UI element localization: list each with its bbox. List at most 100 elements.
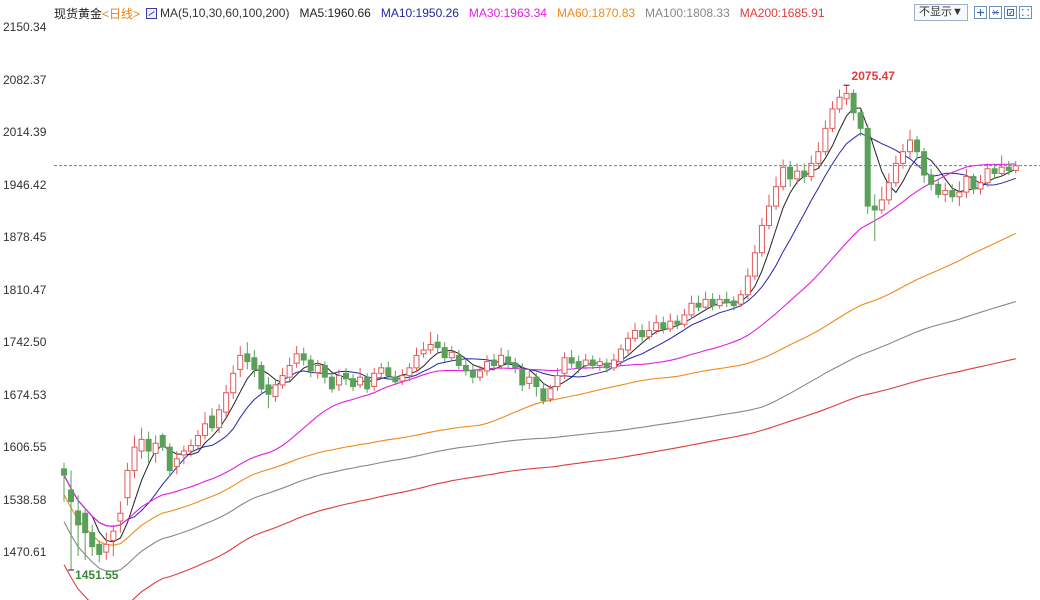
zoom-in-icon[interactable] (973, 6, 987, 19)
candle-body (279, 375, 286, 386)
y-tick-label: 1878.45 (3, 230, 47, 244)
candle-body (603, 362, 610, 369)
candle-body (427, 344, 434, 351)
candle-body (829, 108, 836, 129)
price-chart[interactable]: 2075.47 1451.55 (0, 0, 1040, 600)
candle-body (237, 354, 244, 370)
ma200-value: MA200:1685.91 (739, 6, 825, 20)
candle-body (1005, 166, 1012, 171)
candle-body (787, 166, 794, 180)
candle-body (371, 372, 378, 387)
candle-body (632, 330, 639, 339)
candle-body (836, 96, 843, 110)
zoom-out-icon[interactable] (988, 6, 1002, 19)
ma30-line (63, 163, 1016, 527)
candle-body (406, 367, 413, 377)
candle-body (448, 351, 455, 359)
candle-body (321, 365, 328, 378)
candle-body (695, 302, 702, 308)
candle-body (977, 182, 984, 190)
hide-indicator-button[interactable]: 不显示▼ (914, 4, 968, 21)
candle-body (216, 409, 223, 429)
candle-body (300, 353, 307, 361)
candle-body (455, 354, 462, 367)
candle-body (963, 176, 970, 193)
candle-body (138, 438, 145, 452)
candle-body (258, 365, 265, 390)
chart-controls: 不显示▼ (914, 4, 1032, 21)
candle-body (991, 168, 998, 174)
candle-body (956, 191, 963, 198)
candle-body (265, 384, 272, 395)
candle-body (413, 354, 420, 369)
candle-body (469, 370, 476, 378)
y-tick-label: 1810.47 (3, 282, 47, 297)
candle-body (899, 151, 906, 164)
ma100-line (63, 300, 1016, 573)
candle-body (801, 170, 808, 178)
candle-body (533, 376, 540, 387)
candle-body (223, 392, 230, 413)
candle-body (878, 199, 885, 211)
candle-body (343, 372, 349, 380)
candle-body (589, 359, 596, 367)
candle-body (145, 438, 152, 452)
y-tick-label: 1946.42 (3, 177, 47, 192)
candle-body (103, 543, 110, 553)
candle-body (617, 348, 624, 363)
candle-body (314, 365, 321, 374)
high-price-label: 2075.47 (852, 69, 896, 83)
candle-body (871, 205, 878, 211)
candle-body (230, 372, 237, 394)
candle-body (335, 375, 342, 386)
candle-body (681, 314, 688, 325)
settings-icon[interactable] (1003, 6, 1017, 19)
candle-body (885, 182, 892, 201)
candle-body (110, 530, 117, 541)
candle-body (667, 320, 674, 330)
candle-body (202, 423, 208, 436)
candle-body (89, 532, 96, 548)
chart-header: 现货黄金<日线> MA(5,10,30,60,100,200) MA5:1960… (0, 0, 1040, 26)
candle-body (582, 359, 589, 367)
candle-body (914, 139, 921, 153)
candle-body (610, 359, 617, 369)
candle-body (723, 298, 730, 304)
period-label[interactable]: <日线> (102, 7, 140, 21)
ma60-value: MA60:1870.83 (556, 6, 636, 20)
candle-body (512, 362, 519, 369)
instrument-title: 现货黄金<日线> (54, 6, 141, 21)
candle-body (131, 446, 138, 471)
candle-body (378, 367, 385, 374)
fullscreen-icon[interactable] (1018, 6, 1032, 19)
ma10-value: MA10:1950.26 (380, 6, 459, 20)
candle-body (561, 357, 568, 374)
candle-body (674, 320, 681, 325)
candle-body (998, 166, 1005, 174)
candle-body (907, 139, 913, 153)
candle-body (815, 151, 822, 164)
candle-body (716, 298, 723, 307)
candle-body (935, 183, 942, 195)
candle-body (209, 415, 216, 429)
candle-body (758, 225, 765, 254)
candle-body (385, 367, 392, 377)
candle-body (392, 376, 399, 383)
candle-body (484, 361, 490, 372)
ma200-line (63, 358, 1016, 600)
ma5-value: MA5:1960.66 (299, 6, 371, 20)
candle-body (928, 174, 935, 185)
ma-indicator-icon[interactable] (146, 7, 158, 19)
candle-body (357, 376, 364, 386)
low-price-label: 1451.55 (75, 568, 119, 582)
candle-body (180, 450, 187, 456)
candle-body (462, 365, 469, 372)
candle-body (639, 330, 646, 338)
candle-body (399, 375, 406, 382)
candle-body (653, 322, 660, 332)
candle-body (307, 359, 314, 372)
candle-body (244, 353, 251, 363)
candle-body (942, 190, 949, 195)
candle-body (286, 365, 293, 378)
candle-body (547, 388, 554, 400)
